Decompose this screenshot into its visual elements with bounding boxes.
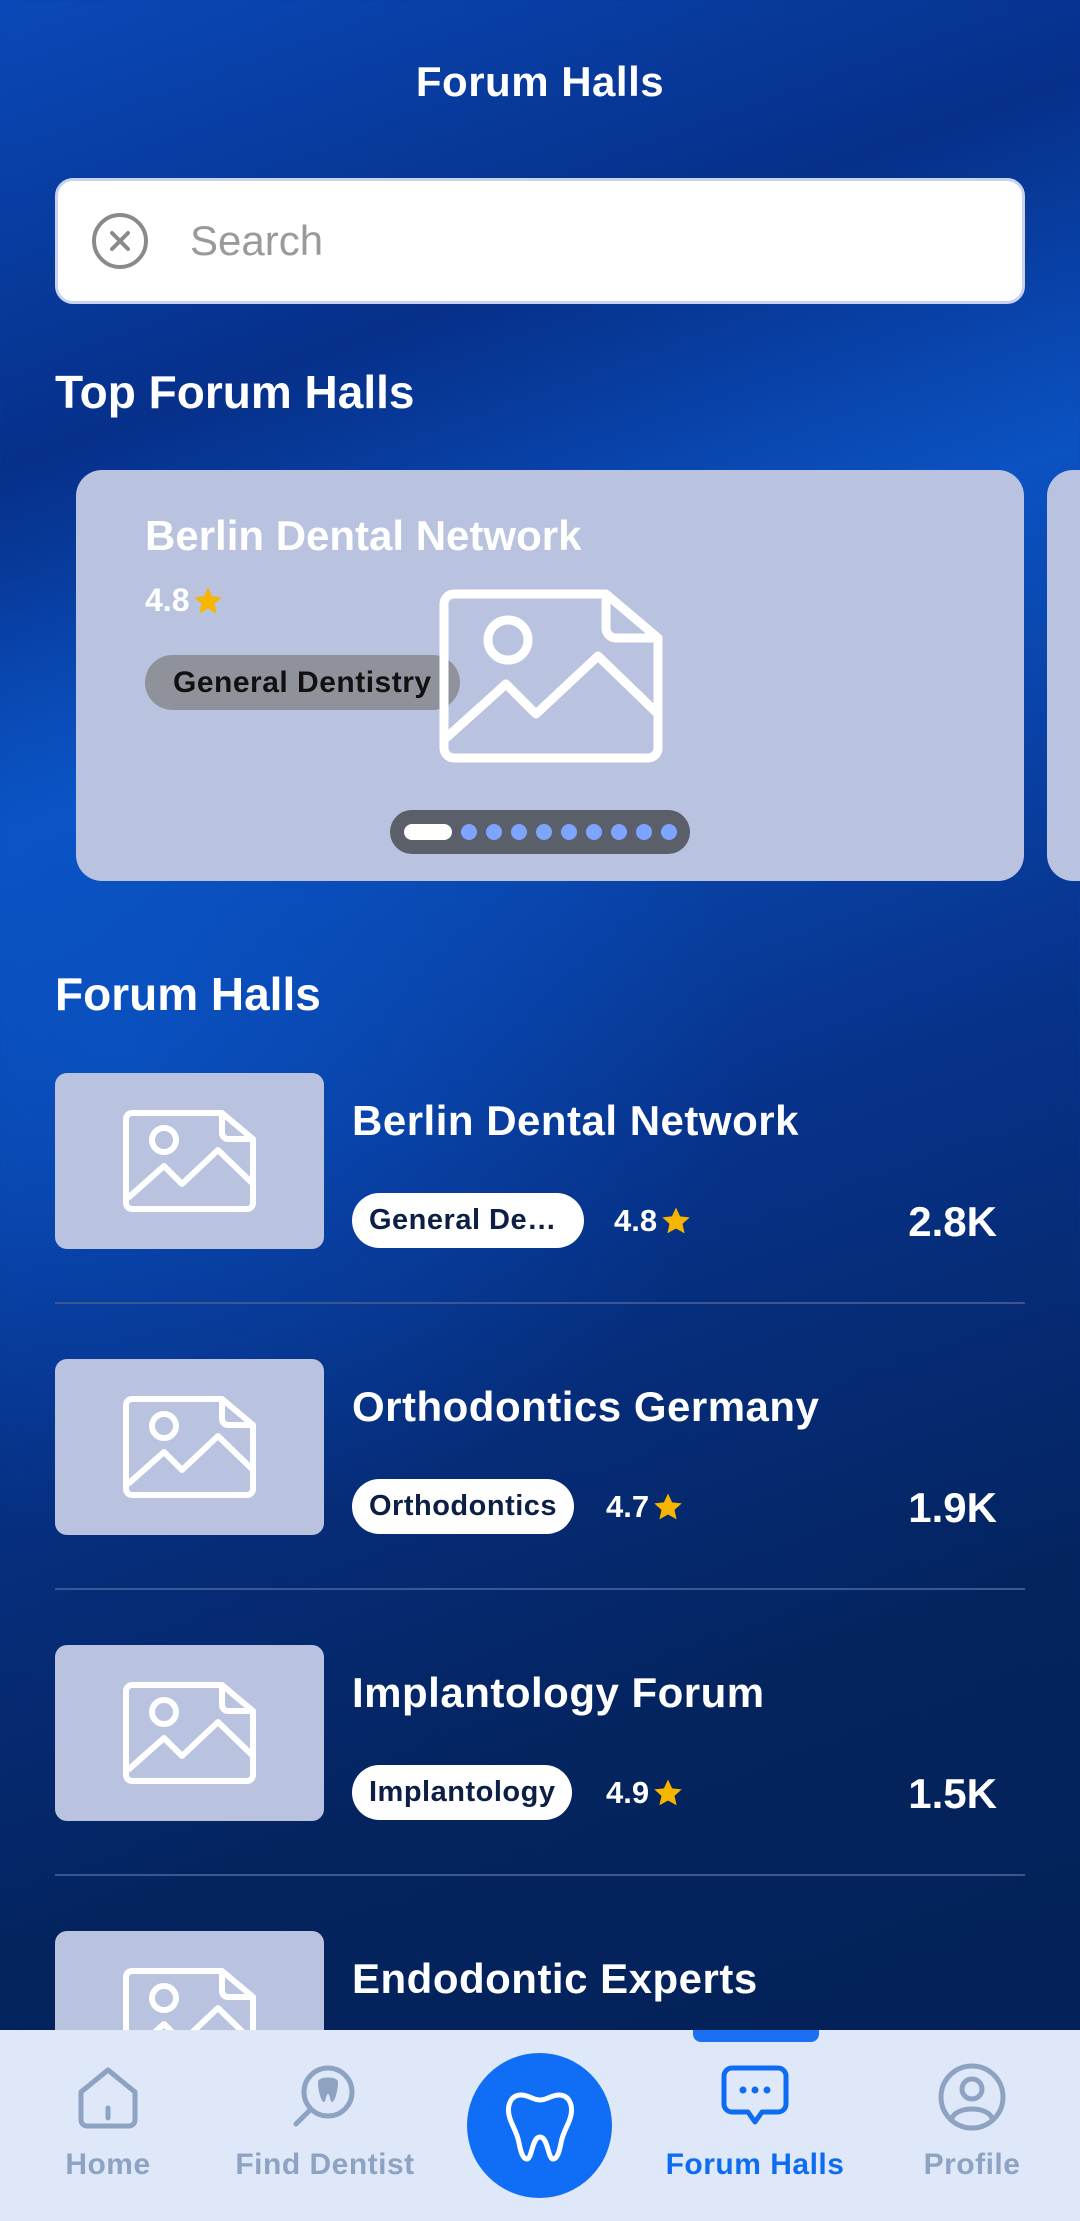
forum-hall-row[interactable]: Berlin Dental Network General De… 4.8 2.… xyxy=(55,1073,1025,1249)
nav-item-find-dentist[interactable]: Find Dentist xyxy=(225,2030,425,2221)
hall-rating: 4.9 xyxy=(606,1775,685,1811)
star-icon xyxy=(662,1207,690,1234)
page-dot[interactable] xyxy=(636,824,652,840)
hall-name: Endodontic Experts xyxy=(352,1955,758,2002)
page-dot[interactable] xyxy=(586,824,602,840)
tooth-icon xyxy=(505,2092,574,2161)
image-placeholder-icon xyxy=(439,589,663,763)
image-placeholder-icon xyxy=(123,1396,256,1498)
hall-thumbnail xyxy=(55,1645,324,1821)
card-rating: 4.8 xyxy=(145,582,225,619)
hall-thumbnail xyxy=(55,1073,324,1249)
page-dot[interactable] xyxy=(486,824,502,840)
star-icon xyxy=(654,1493,682,1520)
page-dot[interactable] xyxy=(461,824,477,840)
image-placeholder-icon xyxy=(123,1682,256,1784)
search-input[interactable] xyxy=(190,217,950,265)
hall-name: Berlin Dental Network xyxy=(352,1097,799,1144)
chat-bubble-icon xyxy=(721,2065,789,2125)
rating-value: 4.7 xyxy=(606,1489,650,1524)
hall-rating: 4.8 xyxy=(614,1203,693,1239)
rating-value: 4.8 xyxy=(614,1203,658,1238)
home-icon xyxy=(78,2067,138,2129)
rating-value: 4.9 xyxy=(606,1775,650,1810)
nav-item-forum-halls[interactable]: Forum Halls xyxy=(655,2030,855,2221)
page-dot[interactable] xyxy=(536,824,552,840)
hall-name: Implantology Forum xyxy=(352,1669,765,1716)
hall-name: Orthodontics Germany xyxy=(352,1383,820,1430)
nav-item-profile[interactable]: Profile xyxy=(902,2030,1042,2221)
divider xyxy=(55,1588,1025,1590)
next-carousel-card[interactable] xyxy=(1047,470,1080,881)
image-placeholder-icon xyxy=(123,1110,256,1212)
page-dot[interactable] xyxy=(661,824,677,840)
tooth-action-button[interactable] xyxy=(467,2053,612,2198)
page-dot[interactable] xyxy=(511,824,527,840)
forum-halls-title: Forum Halls xyxy=(55,968,321,1020)
member-count: 1.5K xyxy=(908,1770,997,1817)
carousel-page-indicator[interactable] xyxy=(390,810,690,854)
search-bar[interactable] xyxy=(55,178,1025,304)
nav-label: Find Dentist xyxy=(235,2148,415,2181)
nav-label: Forum Halls xyxy=(665,2148,845,2181)
hall-rating: 4.7 xyxy=(606,1489,685,1525)
hall-thumbnail xyxy=(55,1359,324,1535)
find-dentist-icon xyxy=(293,2065,355,2127)
hall-category-tag: General De… xyxy=(352,1193,584,1248)
member-count: 2.8K xyxy=(908,1198,997,1245)
nav-label: Home xyxy=(65,2148,151,2181)
page-dot[interactable] xyxy=(561,824,577,840)
star-icon xyxy=(654,1779,682,1806)
profile-icon xyxy=(938,2063,1006,2131)
divider xyxy=(55,1874,1025,1876)
top-forum-halls-title: Top Forum Halls xyxy=(55,366,415,418)
hall-category-tag: Implantology xyxy=(352,1765,573,1820)
card-title: Berlin Dental Network xyxy=(145,512,582,559)
page-title: Forum Halls xyxy=(415,58,665,105)
forum-hall-row[interactable]: Implantology Forum Implantology 4.9 1.5K xyxy=(55,1645,1025,1821)
nav-label: Profile xyxy=(923,2148,1021,2181)
nav-item-home[interactable]: Home xyxy=(38,2030,178,2221)
clear-search-icon[interactable] xyxy=(90,211,150,271)
page-dot[interactable] xyxy=(404,824,452,840)
star-icon xyxy=(194,587,223,613)
active-tab-indicator xyxy=(693,2030,819,2042)
page-dot[interactable] xyxy=(611,824,627,840)
divider xyxy=(55,1302,1025,1304)
hall-category-tag: Orthodontics xyxy=(352,1479,575,1534)
forum-hall-row[interactable]: Orthodontics Germany Orthodontics 4.7 1.… xyxy=(55,1359,1025,1535)
member-count: 1.9K xyxy=(908,1484,997,1531)
card-category-tag: General Dentistry xyxy=(145,655,460,710)
top-forum-hall-card[interactable]: Berlin Dental Network 4.8 General Dentis… xyxy=(76,470,1024,881)
rating-value: 4.8 xyxy=(145,582,190,618)
